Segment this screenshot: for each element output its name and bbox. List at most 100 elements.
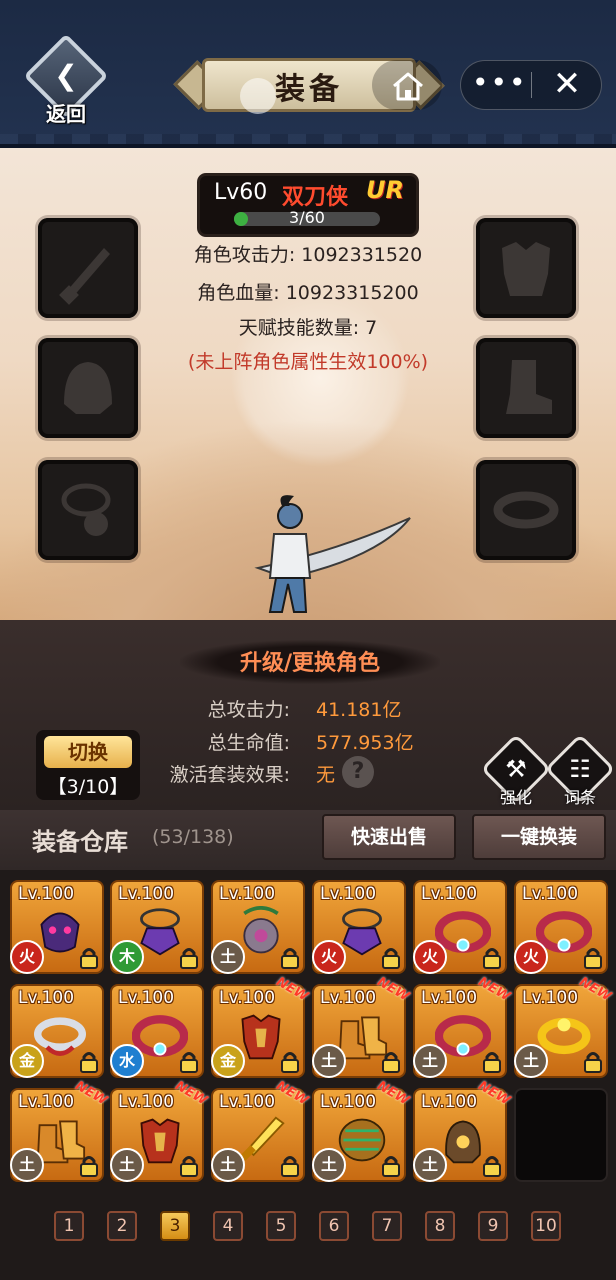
- item-level: Lv.100: [320, 1092, 377, 1112]
- equipment-item[interactable]: Lv.100 土 NEW: [413, 974, 513, 1078]
- list-icon: ☷: [569, 755, 591, 783]
- item-level: Lv.100: [522, 988, 579, 1008]
- page-button[interactable]: 3: [160, 1211, 190, 1241]
- back-label: 返回: [46, 102, 86, 126]
- weapon-slot-icon: [59, 248, 110, 305]
- switch-label[interactable]: 切换: [44, 736, 132, 768]
- lock-icon[interactable]: [481, 1050, 503, 1074]
- lock-icon[interactable]: [582, 946, 604, 970]
- set-effect-value: 无: [316, 764, 336, 786]
- equipment-item[interactable]: Lv.100 土 NEW: [312, 974, 412, 1078]
- character-rank: UR: [366, 176, 404, 204]
- page-button[interactable]: 9: [478, 1211, 508, 1241]
- hero-area: Lv60 双刀侠 UR 3/60 角色攻击力: 1092331520 角色血量:…: [0, 148, 616, 620]
- element-badge: 土: [514, 1044, 548, 1078]
- new-badge: NEW: [374, 1078, 412, 1109]
- element-badge: 土: [110, 1148, 144, 1182]
- item-level: Lv.100: [219, 884, 276, 904]
- page-button[interactable]: 6: [319, 1211, 349, 1241]
- lock-icon[interactable]: [178, 1154, 200, 1178]
- lock-icon[interactable]: [380, 1154, 402, 1178]
- lock-icon[interactable]: [279, 946, 301, 970]
- page-button[interactable]: 7: [372, 1211, 402, 1241]
- slot-helmet[interactable]: [38, 338, 138, 438]
- more-options-icon[interactable]: •••: [472, 64, 526, 104]
- character-level: Lv60: [214, 180, 268, 205]
- item-level: Lv.100: [421, 884, 478, 904]
- lock-icon[interactable]: [380, 1050, 402, 1074]
- new-badge: NEW: [273, 974, 311, 1005]
- lock-icon[interactable]: [279, 1154, 301, 1178]
- slot-armor[interactable]: [476, 218, 576, 318]
- armor-slot-icon: [502, 242, 550, 296]
- equipment-item[interactable]: Lv.100 土 NEW: [312, 1078, 412, 1182]
- new-badge: NEW: [576, 974, 614, 1005]
- back-button[interactable]: ❮ 返回: [22, 33, 110, 128]
- new-badge: NEW: [273, 1078, 311, 1109]
- quick-sell-button[interactable]: 快速出售: [322, 814, 456, 860]
- equipment-item[interactable]: Lv.100 火: [10, 880, 104, 974]
- page-button[interactable]: 8: [425, 1211, 455, 1241]
- item-level: Lv.100: [118, 988, 175, 1008]
- new-badge: NEW: [374, 974, 412, 1005]
- item-level: Lv.100: [320, 884, 377, 904]
- equipment-item[interactable]: Lv.100 金 NEW: [211, 974, 311, 1078]
- equipment-item[interactable]: Lv.100 土 NEW: [211, 1078, 311, 1182]
- lock-icon[interactable]: [78, 1154, 100, 1178]
- lock-icon[interactable]: [481, 946, 503, 970]
- lock-icon[interactable]: [178, 1050, 200, 1074]
- equipment-item[interactable]: Lv.100 土 NEW: [110, 1078, 210, 1182]
- slot-boots[interactable]: [476, 338, 576, 438]
- item-level: Lv.100: [320, 988, 377, 1008]
- element-badge: 土: [413, 1044, 447, 1078]
- empty-item-slot: [514, 1088, 608, 1182]
- lock-icon[interactable]: [279, 1050, 301, 1074]
- element-badge: 土: [312, 1148, 346, 1182]
- equipment-item[interactable]: Lv.100 土 NEW: [514, 974, 614, 1078]
- page-button[interactable]: 2: [107, 1211, 137, 1241]
- help-icon[interactable]: ?: [342, 756, 374, 788]
- equipment-item[interactable]: Lv.100 水: [110, 984, 204, 1078]
- slot-belt[interactable]: [476, 460, 576, 560]
- equipment-item[interactable]: Lv.100 土 NEW: [413, 1078, 513, 1182]
- lock-icon[interactable]: [481, 1154, 503, 1178]
- equipment-item[interactable]: Lv.100 金: [10, 984, 104, 1078]
- one-click-equip-button[interactable]: 一键换装: [472, 814, 606, 860]
- boots-slot-icon: [506, 360, 552, 414]
- new-badge: NEW: [475, 1078, 513, 1109]
- page-button[interactable]: 10: [531, 1211, 561, 1241]
- upgrade-change-character-button[interactable]: 升级/更换角色: [180, 645, 440, 677]
- slot-necklace[interactable]: [38, 460, 138, 560]
- item-level: Lv.100: [421, 1092, 478, 1112]
- element-badge: 金: [211, 1044, 245, 1078]
- equipment-item[interactable]: Lv.100 土: [211, 880, 305, 974]
- item-level: Lv.100: [118, 884, 175, 904]
- equipment-item[interactable]: Lv.100 木: [110, 880, 204, 974]
- lock-icon[interactable]: [582, 1050, 604, 1074]
- element-badge: 火: [10, 940, 44, 974]
- item-level: Lv.100: [219, 1092, 276, 1112]
- touch-indicator: [240, 78, 276, 114]
- necklace-slot-icon: [61, 483, 111, 536]
- page-button[interactable]: 5: [266, 1211, 296, 1241]
- element-badge: 火: [413, 940, 447, 974]
- total-hp-value: 577.953亿: [316, 732, 414, 754]
- equipment-item[interactable]: Lv.100 土 NEW: [10, 1078, 110, 1182]
- equipment-item[interactable]: Lv.100 火: [312, 880, 406, 974]
- switch-count: 【3/10】: [47, 776, 129, 798]
- affix-label: 词条: [563, 788, 596, 807]
- enhance-label: 强化: [499, 788, 532, 807]
- lock-icon[interactable]: [78, 946, 100, 970]
- element-badge: 火: [312, 940, 346, 974]
- slot-weapon[interactable]: [38, 218, 138, 318]
- close-icon[interactable]: ✕: [546, 64, 588, 104]
- equipment-item[interactable]: Lv.100 火: [413, 880, 507, 974]
- lock-icon[interactable]: [380, 946, 402, 970]
- lock-icon[interactable]: [178, 946, 200, 970]
- page-button[interactable]: 1: [54, 1211, 84, 1241]
- equipment-item[interactable]: Lv.100 火: [514, 880, 608, 974]
- lock-icon[interactable]: [78, 1050, 100, 1074]
- home-icon[interactable]: [390, 70, 426, 102]
- item-level: Lv.100: [18, 988, 75, 1008]
- page-button[interactable]: 4: [213, 1211, 243, 1241]
